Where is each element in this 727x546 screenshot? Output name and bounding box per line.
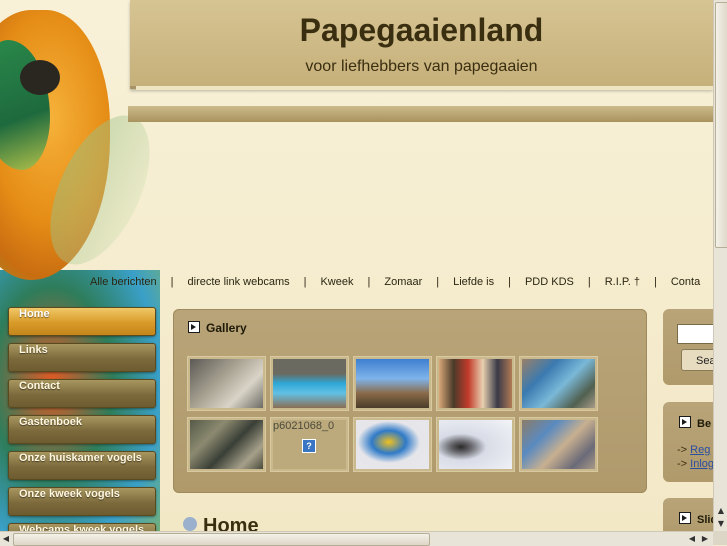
horizontal-scroll-thumb[interactable] (13, 533, 430, 546)
slideshow-box: Slid (663, 498, 713, 531)
site-subtitle: voor liefhebbers van papegaaien (305, 58, 538, 75)
nav-separator: | (303, 276, 307, 288)
scroll-down-icon[interactable]: ▼ (715, 518, 727, 530)
nav-item-alle-berichten[interactable]: Alle berichten (90, 276, 157, 288)
nav-item-pdd-kds[interactable]: PDD KDS (525, 276, 574, 288)
menu-item-kweek-vogels[interactable]: Onze kweek vogels (8, 487, 156, 516)
menu-item-gastenboek[interactable]: Gastenboek (8, 415, 156, 444)
arrow-right-icon (679, 416, 691, 428)
menu-item-links[interactable]: Links (8, 343, 156, 372)
gallery-thumbnail[interactable] (436, 356, 515, 411)
nav-item-liefde-is[interactable]: Liefde is (453, 276, 494, 288)
nav-separator: | (508, 276, 511, 288)
nav-separator: | (587, 276, 591, 288)
user-icon (183, 517, 197, 531)
page: Papegaaienland voor liefhebbers van pape… (0, 0, 713, 531)
nav-item-contact[interactable]: Conta (671, 276, 700, 288)
login-link[interactable]: -> Inlog (677, 458, 713, 470)
gallery-thumbnail[interactable] (270, 356, 349, 411)
slideshow-box-heading: Slid (679, 512, 713, 526)
scrollbar-corner (713, 531, 727, 545)
left-menu: Home Links Contact Gastenboek Onze huisk… (8, 307, 156, 531)
header-bar (128, 106, 713, 122)
menu-item-webcams-kweek-vogels[interactable]: Webcams kweek vogels (8, 523, 156, 531)
scroll-up-icon[interactable]: ▲ (715, 505, 727, 517)
nav-separator: | (654, 276, 657, 288)
gallery-title: Gallery (188, 321, 247, 335)
scroll-left-icon[interactable]: ◀ (0, 533, 12, 545)
gallery-panel: Gallery p6021068_0 ? (173, 309, 647, 493)
vertical-scrollbar[interactable]: ▲ ▼ (713, 0, 727, 531)
search-button[interactable]: Search (681, 349, 713, 371)
gallery-thumbnail[interactable] (519, 356, 598, 411)
page-title: Home (183, 515, 259, 531)
header-divider (136, 86, 713, 90)
gallery-thumbnail[interactable] (187, 417, 266, 472)
register-link[interactable]: -> Reg (677, 444, 710, 456)
arrow-right-icon (188, 321, 200, 333)
arrow-right-icon (679, 512, 691, 524)
menu-item-home[interactable]: Home (8, 307, 156, 336)
nav-item-kweek[interactable]: Kweek (320, 276, 353, 288)
menu-item-contact[interactable]: Contact (8, 379, 156, 408)
broken-image-icon: ? (302, 439, 316, 453)
horizontal-scrollbar[interactable]: ◀ ◀ ▶ (0, 531, 713, 546)
gallery-thumbnail[interactable] (187, 356, 266, 411)
gallery-thumbnail[interactable] (519, 417, 598, 472)
login-box: Be -> Reg -> Inlog (663, 402, 713, 482)
nav-item-rip[interactable]: R.I.P. † (605, 276, 640, 288)
gallery-thumbnail[interactable] (353, 356, 432, 411)
scroll-right-icon[interactable]: ▶ (699, 533, 711, 545)
login-box-heading: Be (679, 416, 711, 430)
nav-item-zomaar[interactable]: Zomaar (384, 276, 422, 288)
gallery-thumbnail-broken[interactable]: p6021068_0 ? (270, 417, 349, 472)
nav-item-webcams[interactable]: directe link webcams (188, 276, 290, 288)
scroll-left-icon[interactable]: ◀ (686, 533, 698, 545)
search-input[interactable] (677, 324, 713, 344)
top-navigation: Alle berichten | directe link webcams | Kwee… (90, 276, 713, 294)
thumbnail-filename: p6021068_0 (273, 420, 335, 432)
search-box: Search (663, 309, 713, 385)
nav-separator: | (367, 276, 371, 288)
vertical-scroll-thumb[interactable] (715, 2, 727, 248)
menu-item-huiskamer-vogels[interactable]: Onze huiskamer vogels (8, 451, 156, 480)
gallery-thumbnail[interactable] (436, 417, 515, 472)
site-header: Papegaaienland voor liefhebbers van pape… (130, 0, 713, 89)
nav-separator: | (170, 276, 174, 288)
site-title[interactable]: Papegaaienland (130, 12, 713, 49)
gallery-thumbnail[interactable] (353, 417, 432, 472)
nav-separator: | (436, 276, 440, 288)
